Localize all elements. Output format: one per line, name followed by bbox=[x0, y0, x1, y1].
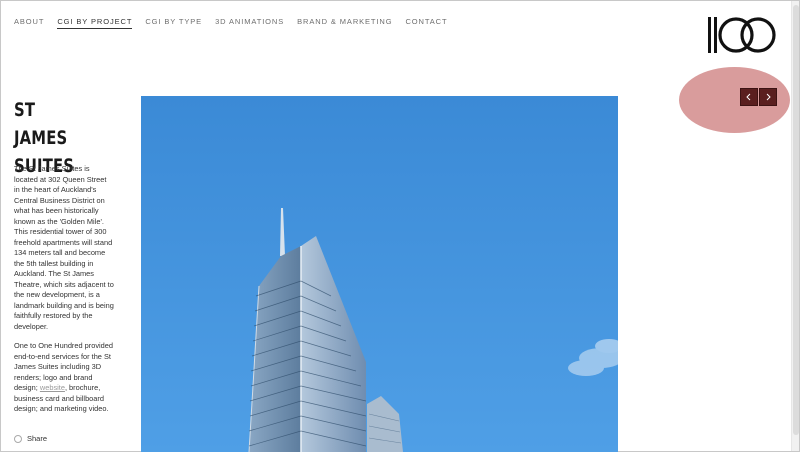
hero-image bbox=[141, 96, 618, 452]
project-title-line1: ST JAMES bbox=[14, 99, 68, 149]
chevron-right-icon bbox=[766, 93, 771, 101]
share-label: Share bbox=[27, 434, 48, 443]
slider-next-button[interactable] bbox=[759, 88, 777, 106]
scrollbar-thumb[interactable] bbox=[793, 5, 799, 435]
nav-about[interactable]: ABOUT bbox=[14, 17, 44, 29]
logo[interactable] bbox=[706, 14, 776, 56]
nav-3d-animations[interactable]: 3D ANIMATIONS bbox=[215, 17, 284, 29]
website-link[interactable]: website bbox=[40, 383, 65, 392]
nav-contact[interactable]: CONTACT bbox=[405, 17, 447, 29]
share-button[interactable]: Share bbox=[14, 434, 47, 443]
main-nav: ABOUT CGI BY PROJECT CGI BY TYPE 3D ANIM… bbox=[14, 17, 460, 29]
slider-prev-button[interactable] bbox=[740, 88, 758, 106]
share-icon bbox=[14, 434, 22, 443]
nav-cgi-by-project[interactable]: CGI BY PROJECT bbox=[57, 17, 133, 29]
nav-cgi-by-type[interactable]: CGI BY TYPE bbox=[145, 17, 202, 29]
nav-brand-marketing[interactable]: BRAND & MARKETING bbox=[297, 17, 392, 29]
page-scrollbar[interactable] bbox=[791, 1, 799, 451]
chevron-left-icon bbox=[746, 93, 751, 101]
project-description-1: The St James Suites is located at 302 Qu… bbox=[14, 164, 114, 331]
project-description-2: One to One Hundred provided end-to-end s… bbox=[14, 341, 114, 415]
